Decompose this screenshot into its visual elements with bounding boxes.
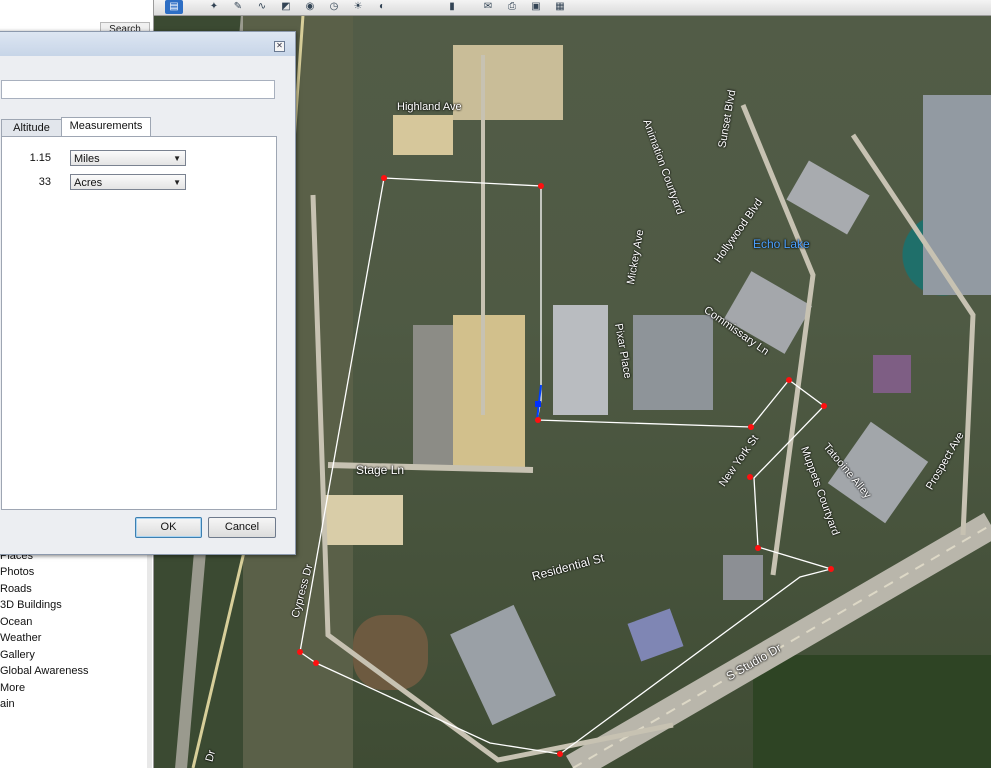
layer-item[interactable]: Photos bbox=[0, 566, 34, 578]
ok-button[interactable]: OK bbox=[135, 517, 202, 538]
email-icon[interactable]: ✉ bbox=[479, 0, 497, 14]
close-icon[interactable]: ✕ bbox=[274, 41, 285, 52]
sidebar-toggle-icon[interactable]: ▤ bbox=[165, 0, 183, 14]
history-icon[interactable]: ◷ bbox=[325, 0, 343, 14]
layer-item[interactable]: Roads bbox=[0, 583, 32, 595]
tour-icon[interactable]: ◉ bbox=[301, 0, 319, 14]
chevron-down-icon: ▼ bbox=[173, 154, 181, 163]
placemark-icon[interactable]: ✦ bbox=[205, 0, 223, 14]
street-label: Stage Ln bbox=[356, 463, 405, 477]
area-value: 33 bbox=[38, 176, 51, 188]
perimeter-value: 1.15 bbox=[29, 152, 51, 164]
save-image-icon[interactable]: ▣ bbox=[527, 0, 545, 14]
ruler-icon[interactable]: ▮ bbox=[443, 0, 461, 14]
select-value: Miles bbox=[74, 153, 100, 165]
print-icon[interactable]: ⎙ bbox=[503, 0, 521, 14]
name-field[interactable] bbox=[1, 80, 275, 99]
layer-item[interactable]: Global Awareness bbox=[0, 665, 88, 677]
layer-item[interactable]: Weather bbox=[0, 632, 41, 644]
toolbar: ▤ ✦ ✎ ∿ ◩ ◉ ◷ ☀ ◐ ▮ ✉ ⎙ ▣ ▦ bbox=[153, 0, 991, 16]
layer-item[interactable]: More bbox=[0, 682, 25, 694]
street-label: Highland Ave bbox=[397, 101, 462, 113]
tab-altitude[interactable]: Altitude bbox=[1, 119, 62, 137]
dialog-titlebar[interactable] bbox=[0, 32, 295, 56]
path-icon[interactable]: ∿ bbox=[253, 0, 271, 14]
water-label: Echo Lake bbox=[753, 237, 810, 251]
maps-icon[interactable]: ▦ bbox=[551, 0, 569, 14]
cancel-button[interactable]: Cancel bbox=[208, 517, 276, 538]
overlay-icon[interactable]: ◩ bbox=[277, 0, 295, 14]
layer-item[interactable]: Gallery bbox=[0, 649, 35, 661]
layer-item[interactable]: 3D Buildings bbox=[0, 599, 62, 611]
layer-item[interactable]: Ocean bbox=[0, 616, 32, 628]
area-unit-select[interactable]: Acres ▼ bbox=[70, 174, 186, 190]
polygon-properties-dialog: ✕ Altitude Measurements 1.15 Miles ▼ 33 … bbox=[0, 31, 296, 555]
perimeter-unit-select[interactable]: Miles ▼ bbox=[70, 150, 186, 166]
select-value: Acres bbox=[74, 177, 103, 189]
chevron-down-icon: ▼ bbox=[173, 178, 181, 187]
sun-icon[interactable]: ☀ bbox=[349, 0, 367, 14]
polygon-icon[interactable]: ✎ bbox=[229, 0, 247, 14]
layer-item[interactable]: ain bbox=[0, 698, 15, 710]
tab-measurements[interactable]: Measurements bbox=[61, 117, 151, 138]
measurements-panel: 1.15 Miles ▼ 33 Acres ▼ bbox=[1, 137, 277, 510]
planets-icon[interactable]: ◐ bbox=[373, 0, 391, 14]
